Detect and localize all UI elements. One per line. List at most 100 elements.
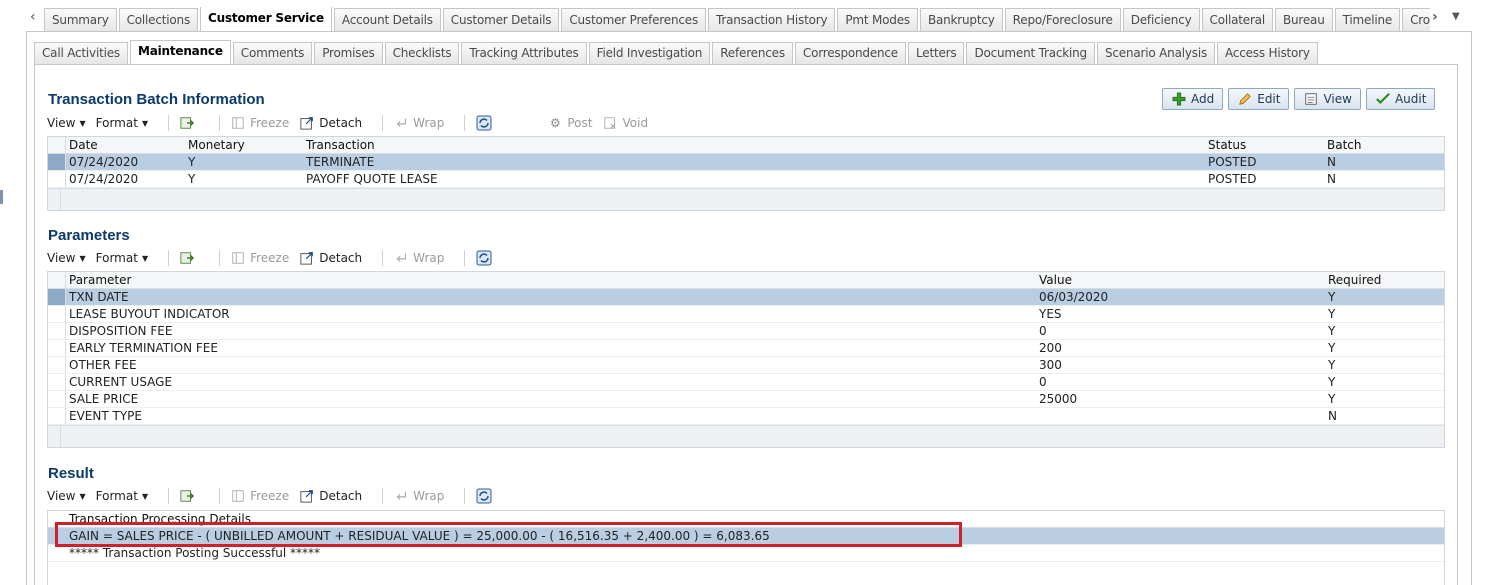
- tab-customer-details[interactable]: Customer Details: [442, 8, 560, 32]
- subtab-letters[interactable]: Letters: [908, 42, 965, 64]
- detach-button[interactable]: Detach: [299, 116, 362, 130]
- format-menu-label: Format: [95, 116, 138, 130]
- transaction-batch-table: Date Monetary Transaction Status Batch 0…: [47, 136, 1445, 211]
- tab-pmt-modes[interactable]: Pmt Modes: [837, 8, 918, 32]
- table-row[interactable]: CURRENT USAGE 0 Y: [48, 374, 1444, 391]
- freeze-button[interactable]: Freeze: [230, 116, 289, 130]
- tab-menu-chevron-down-icon[interactable]: ▼: [1452, 11, 1460, 22]
- tab-summary[interactable]: Summary: [44, 8, 117, 32]
- export-button[interactable]: [179, 489, 199, 503]
- freeze-button[interactable]: Freeze: [230, 251, 289, 265]
- subtab-references[interactable]: References: [712, 42, 793, 64]
- detach-label: Detach: [319, 116, 363, 130]
- table-row[interactable]: 07/24/2020 Y PAYOFF QUOTE LEASE POSTED N: [48, 171, 1444, 188]
- table-row[interactable]: SALE PRICE 25000 Y: [48, 391, 1444, 408]
- tab-collateral[interactable]: Collateral: [1201, 8, 1273, 32]
- edit-button[interactable]: Edit: [1228, 88, 1290, 110]
- tab-account-details[interactable]: Account Details: [333, 8, 441, 32]
- subtab-comments[interactable]: Comments: [232, 42, 313, 64]
- result-toolbar: View ▼ Format ▼ Freeze Detach Wrap: [47, 484, 1445, 508]
- table-row[interactable]: EVENT TYPE N: [48, 408, 1444, 425]
- table-row[interactable]: EARLY TERMINATION FEE 200 Y: [48, 340, 1444, 357]
- subtab-tracking-attributes[interactable]: Tracking Attributes: [461, 42, 587, 64]
- view-menu[interactable]: View ▼: [47, 489, 86, 503]
- column-header-required[interactable]: Required: [1325, 272, 1425, 288]
- subtab-document-tracking[interactable]: Document Tracking: [966, 42, 1095, 64]
- wrap-button[interactable]: Wrap: [393, 116, 444, 130]
- tab-cross-up-sell[interactable]: Cross/Up Sell: [1402, 8, 1430, 32]
- subtab-access-history[interactable]: Access History: [1217, 42, 1318, 64]
- audit-button[interactable]: Audit: [1365, 88, 1436, 110]
- status-cell: POSTED: [1208, 155, 1257, 169]
- subtab-correspondence[interactable]: Correspondence: [794, 42, 906, 64]
- add-icon: [1172, 92, 1186, 106]
- column-header-date[interactable]: Date: [66, 137, 185, 153]
- freeze-icon: [232, 490, 244, 502]
- scroll-left-icon[interactable]: ‹: [30, 9, 36, 25]
- caret-down-icon: ▼: [141, 491, 149, 501]
- view-button[interactable]: View: [1294, 88, 1361, 110]
- scroll-right-icon[interactable]: ›: [1432, 9, 1438, 25]
- tab-customer-preferences[interactable]: Customer Preferences: [561, 8, 706, 32]
- tab-customer-service[interactable]: Customer Service: [200, 7, 332, 32]
- format-menu[interactable]: Format ▼: [96, 251, 148, 265]
- tab-deficiency[interactable]: Deficiency: [1122, 8, 1200, 32]
- column-header-monetary[interactable]: Monetary: [185, 137, 303, 153]
- subtab-maintenance[interactable]: Maintenance: [129, 40, 231, 64]
- export-icon: [180, 117, 195, 129]
- format-menu[interactable]: Format ▼: [96, 489, 148, 503]
- transaction-cell: PAYOFF QUOTE LEASE: [306, 172, 438, 186]
- table-row[interactable]: DISPOSITION FEE 0 Y: [48, 323, 1444, 340]
- table-row[interactable]: LEASE BUYOUT INDICATOR YES Y: [48, 306, 1444, 323]
- post-button[interactable]: ⚙ Post: [547, 116, 593, 130]
- export-button[interactable]: [179, 251, 199, 265]
- required-cell: Y: [1328, 307, 1336, 321]
- void-button[interactable]: Void: [602, 116, 648, 130]
- tab-transaction-history[interactable]: Transaction History: [708, 8, 836, 32]
- refresh-button[interactable]: [475, 115, 497, 131]
- refresh-button[interactable]: [475, 488, 497, 504]
- refresh-button[interactable]: [475, 250, 497, 266]
- subtab-call-activities[interactable]: Call Activities: [34, 42, 128, 64]
- subtab-scenario-analysis[interactable]: Scenario Analysis: [1096, 42, 1216, 64]
- view-menu[interactable]: View ▼: [47, 116, 86, 130]
- separator: [168, 115, 170, 131]
- subtab-field-investigation[interactable]: Field Investigation: [588, 42, 711, 64]
- add-button[interactable]: Add: [1162, 88, 1224, 110]
- edit-label: Edit: [1257, 92, 1281, 106]
- table-row[interactable]: TXN DATE 06/03/2020 Y: [48, 289, 1444, 306]
- subtab-promises[interactable]: Promises: [314, 42, 383, 64]
- column-header-parameter[interactable]: Parameter: [66, 272, 1036, 288]
- view-menu[interactable]: View ▼: [47, 251, 86, 265]
- tab-bankruptcy[interactable]: Bankruptcy: [919, 8, 1003, 32]
- tab-timeline[interactable]: Timeline: [1334, 8, 1401, 32]
- left-edge-marker: [0, 190, 3, 204]
- format-menu[interactable]: Format ▼: [96, 116, 148, 130]
- export-button[interactable]: [179, 116, 199, 130]
- detach-button[interactable]: Detach: [299, 251, 362, 265]
- column-header-value[interactable]: Value: [1036, 272, 1325, 288]
- column-header-status[interactable]: Status: [1205, 137, 1324, 153]
- subtab-checklists[interactable]: Checklists: [384, 42, 460, 64]
- tab-repo-foreclosure[interactable]: Repo/Foreclosure: [1004, 8, 1121, 32]
- transaction-batch-title: Transaction Batch Information: [48, 91, 265, 108]
- tab-collections[interactable]: Collections: [118, 8, 199, 32]
- separator: [219, 115, 221, 131]
- wrap-button[interactable]: Wrap: [393, 251, 444, 265]
- caret-down-icon: ▼: [141, 253, 149, 263]
- required-cell: N: [1328, 409, 1337, 423]
- table-row[interactable]: 07/24/2020 Y TERMINATE POSTED N: [48, 154, 1444, 171]
- transaction-batch-toolbar: View ▼ Format ▼ Freeze Detach Wrap ⚙ Post V…: [47, 111, 1445, 135]
- result-title: Result: [48, 465, 94, 482]
- freeze-button[interactable]: Freeze: [230, 489, 289, 503]
- table-row[interactable]: ***** Transaction Posting Successful ***…: [48, 545, 1444, 562]
- value-cell: 06/03/2020: [1039, 290, 1109, 304]
- column-header-transaction[interactable]: Transaction: [303, 137, 1205, 153]
- wrap-button[interactable]: Wrap: [393, 489, 444, 503]
- highlight-annotation: [55, 522, 962, 547]
- tab-bureau[interactable]: Bureau: [1274, 8, 1333, 32]
- separator: [219, 488, 221, 504]
- column-header-batch[interactable]: Batch: [1324, 137, 1424, 153]
- detach-button[interactable]: Detach: [299, 489, 362, 503]
- table-row[interactable]: OTHER FEE 300 Y: [48, 357, 1444, 374]
